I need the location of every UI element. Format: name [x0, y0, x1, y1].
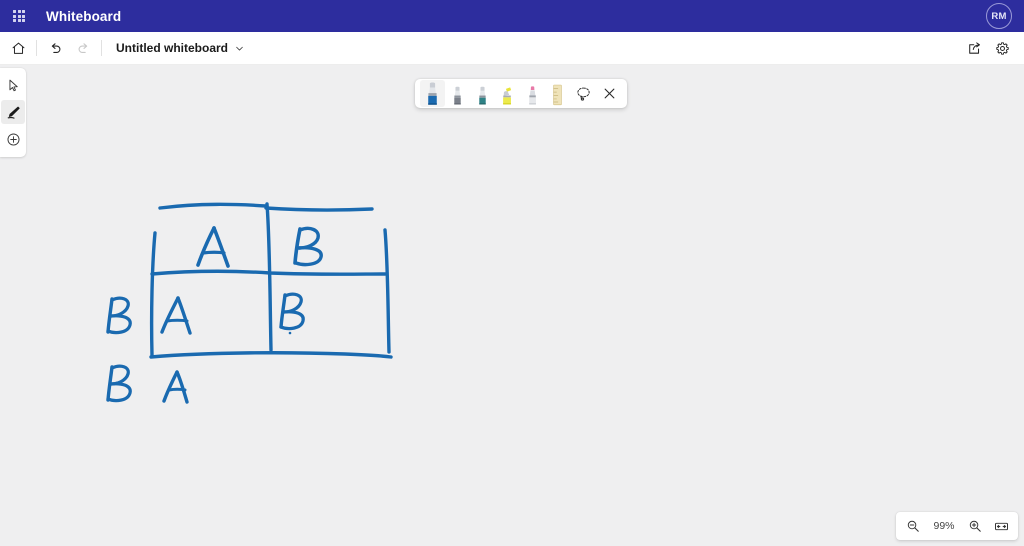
close-x-icon	[604, 88, 614, 99]
ruler-tool[interactable]	[545, 80, 570, 107]
add-content-tool[interactable]	[1, 127, 25, 151]
lasso-select-tool[interactable]	[570, 81, 596, 106]
fit-to-screen-button[interactable]	[989, 514, 1013, 538]
zoom-in-magnifier-icon	[969, 520, 981, 532]
app-launcher-waffle-icon[interactable]	[6, 0, 32, 32]
pen-gray-icon	[454, 86, 461, 105]
highlighter-pink-icon	[529, 86, 536, 105]
highlighter-pink[interactable]	[520, 80, 545, 107]
zoom-in-button[interactable]	[963, 514, 987, 538]
pen-icon	[7, 106, 20, 119]
pen-tool[interactable]	[1, 100, 25, 124]
pen-teal[interactable]	[470, 80, 495, 107]
share-icon	[968, 41, 980, 54]
home-button[interactable]	[4, 35, 32, 61]
undo-button[interactable]	[41, 35, 69, 61]
home-icon	[12, 42, 24, 54]
command-bar: Untitled whiteboard	[0, 32, 1024, 65]
share-button[interactable]	[960, 35, 988, 61]
ink-drawing-punnett-square	[106, 202, 393, 404]
chevron-down-icon	[236, 46, 243, 50]
lasso-select-icon	[576, 87, 590, 101]
pen-blue-icon	[428, 82, 437, 105]
redo-button[interactable]	[69, 35, 97, 61]
command-bar-divider-1	[36, 40, 37, 56]
whiteboard-canvas[interactable]	[0, 65, 1024, 546]
pen-teal-icon	[479, 86, 486, 105]
document-title-chevron-button[interactable]	[235, 44, 244, 53]
ruler-icon	[553, 84, 562, 106]
highlighter-yellow[interactable]	[495, 80, 520, 107]
app-title: Whiteboard	[46, 8, 122, 24]
command-bar-divider-2	[101, 40, 102, 56]
left-tool-rail	[0, 68, 26, 157]
fit-to-screen-icon	[994, 522, 1008, 530]
cursor-arrow-icon	[8, 79, 18, 91]
undo-arrow-icon	[51, 42, 60, 53]
pen-gray[interactable]	[445, 80, 470, 107]
document-title[interactable]: Untitled whiteboard	[116, 41, 228, 55]
zoom-out-magnifier-icon	[907, 520, 919, 532]
gear-icon	[995, 41, 1009, 55]
zoom-out-button[interactable]	[901, 514, 925, 538]
highlighter-yellow-icon	[503, 87, 512, 105]
pen-toolbar	[415, 79, 627, 108]
zoom-controls: 99%	[896, 512, 1018, 540]
settings-button[interactable]	[988, 35, 1016, 61]
redo-arrow-icon	[78, 42, 87, 53]
avatar[interactable]: RM	[986, 3, 1012, 29]
zoom-level-label[interactable]: 99%	[927, 520, 961, 532]
select-cursor-tool[interactable]	[1, 73, 25, 97]
close-pen-toolbar-button[interactable]	[596, 81, 622, 106]
plus-circle-icon	[6, 132, 20, 146]
app-header-bar: Whiteboard RM	[0, 0, 1024, 32]
pen-blue[interactable]	[420, 80, 445, 107]
waffle-grid-dots	[13, 10, 25, 22]
